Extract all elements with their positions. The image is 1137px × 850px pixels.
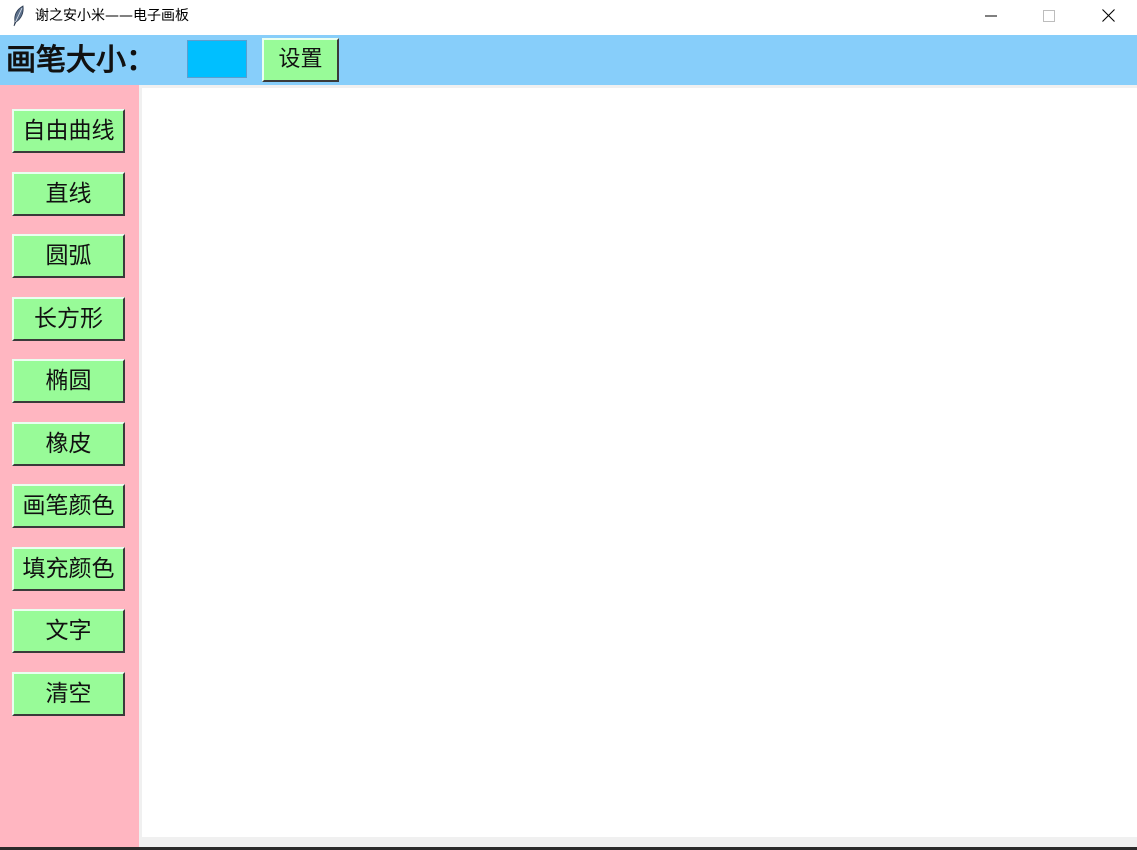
set-button[interactable]: 设置 — [262, 38, 339, 82]
minimize-icon — [985, 7, 997, 26]
title-bar: 谢之安小米——电子画板 — [0, 0, 1137, 35]
free-curve-button[interactable]: 自由曲线 — [12, 109, 125, 153]
close-icon — [1101, 7, 1115, 26]
ellipse-button[interactable]: 椭圆 — [12, 359, 125, 403]
maximize-button[interactable] — [1020, 0, 1078, 32]
text-button[interactable]: 文字 — [12, 609, 125, 653]
close-button[interactable] — [1079, 0, 1137, 32]
pen-size-label: 画笔大小： — [6, 43, 156, 78]
clear-button[interactable]: 清空 — [12, 672, 125, 716]
fill-color-button[interactable]: 填充颜色 — [12, 547, 125, 591]
maximize-icon — [1043, 7, 1055, 26]
pen-size-input[interactable] — [187, 40, 247, 78]
line-button[interactable]: 直线 — [12, 172, 125, 216]
pen-color-button[interactable]: 画笔颜色 — [12, 484, 125, 528]
tool-sidebar: 自由曲线 直线 圆弧 长方形 椭圆 橡皮 画笔颜色 填充颜色 文字 清空 — [0, 85, 139, 850]
eraser-button[interactable]: 橡皮 — [12, 422, 125, 466]
app-window: 谢之安小米——电子画板 画笔大小： 设置 自由曲线 直线 圆弧 长方形 椭圆 橡… — [0, 0, 1137, 850]
feather-icon — [10, 5, 28, 27]
arc-button[interactable]: 圆弧 — [12, 234, 125, 278]
minimize-button[interactable] — [962, 0, 1020, 32]
drawing-canvas[interactable] — [142, 88, 1137, 837]
rectangle-button[interactable]: 长方形 — [12, 297, 125, 341]
window-title: 谢之安小米——电子画板 — [35, 8, 189, 24]
toolbar: 画笔大小： 设置 — [0, 35, 1137, 85]
